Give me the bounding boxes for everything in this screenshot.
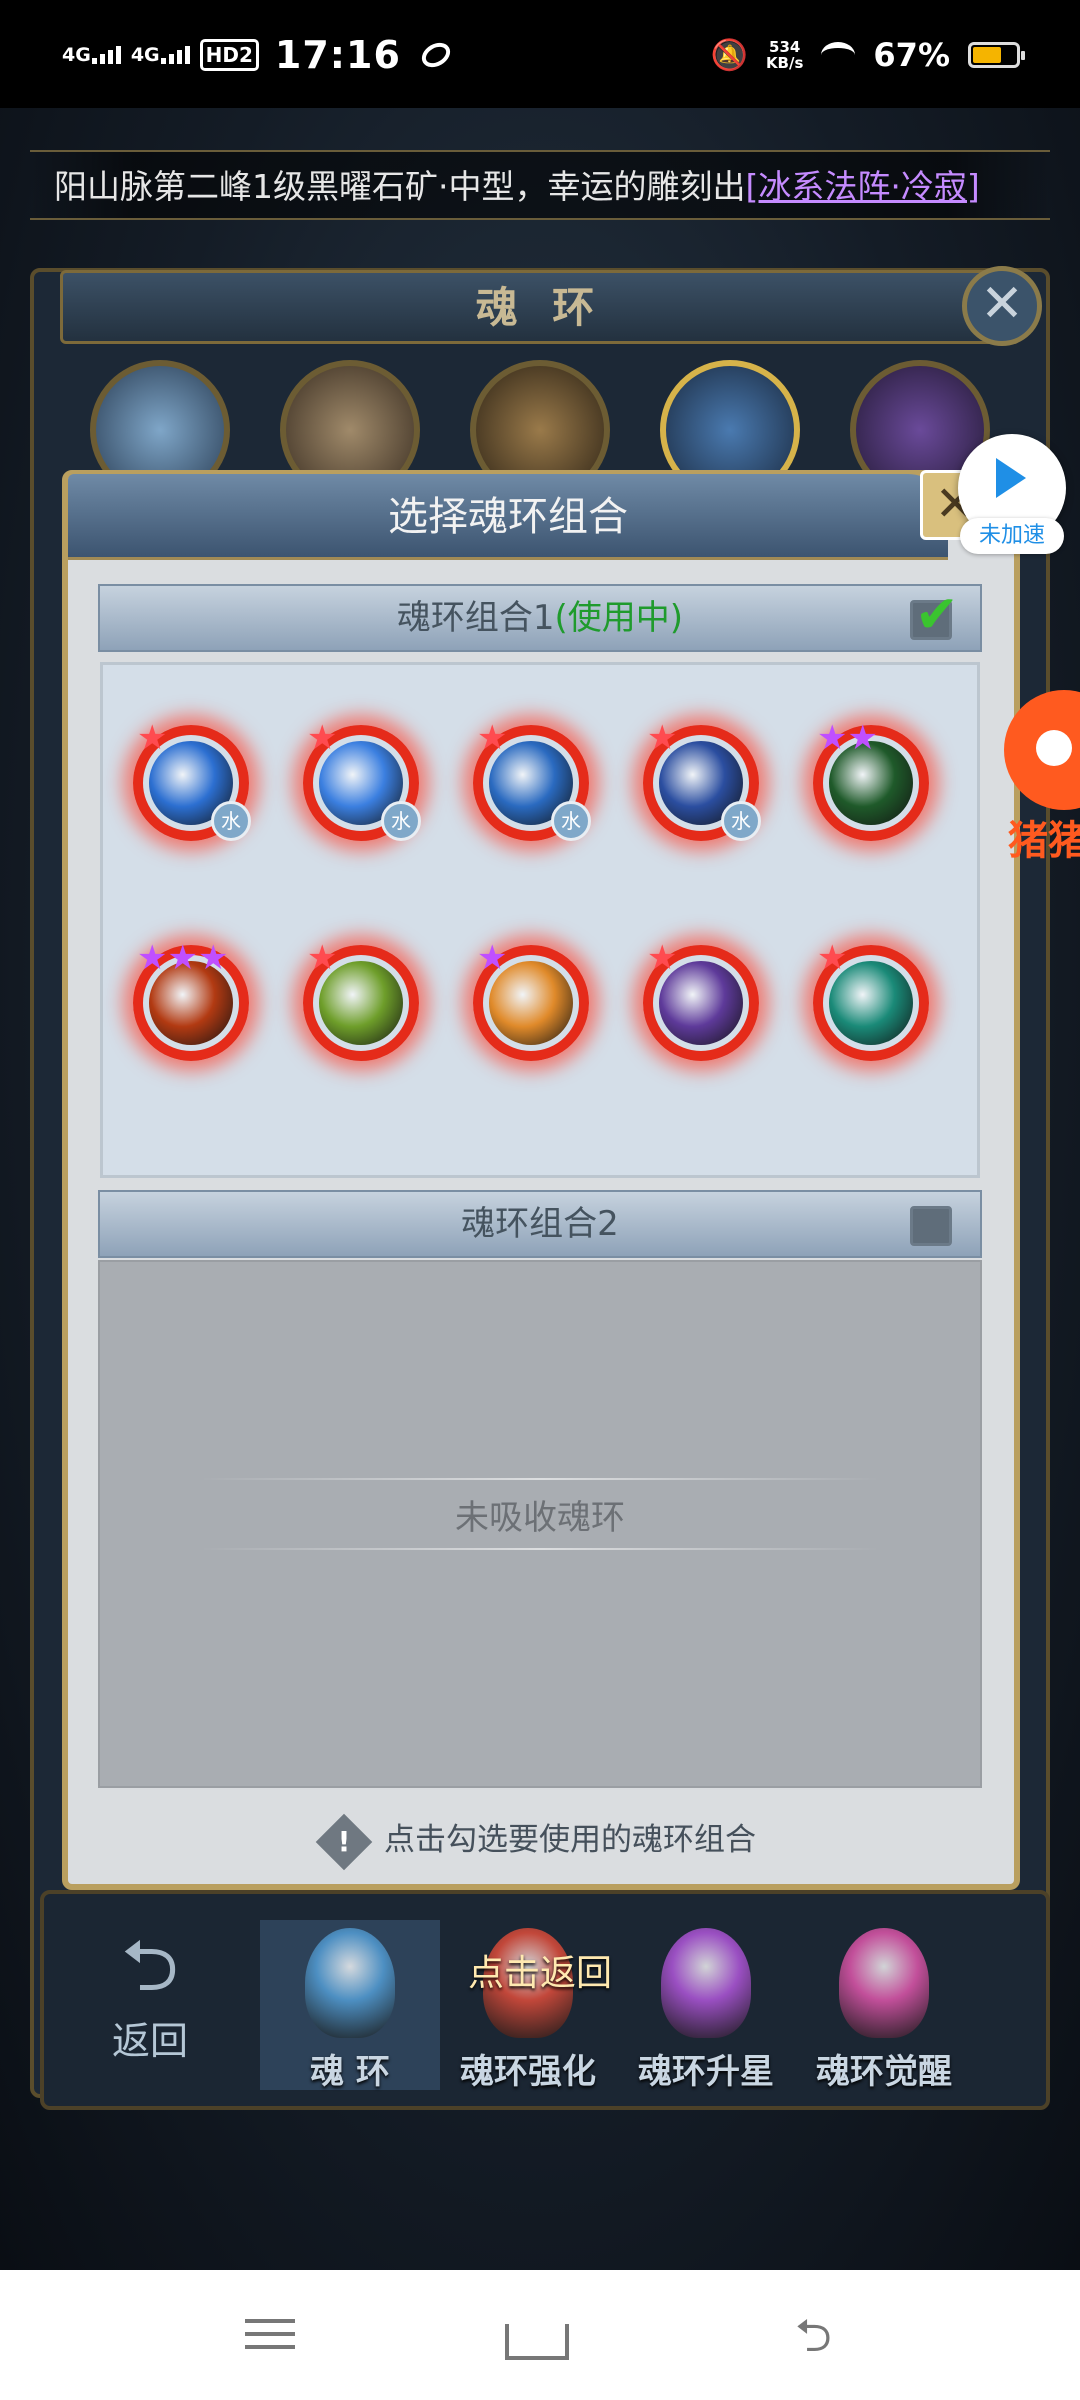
element-badge-icon: 水 [551, 801, 591, 841]
element-badge-icon: 水 [211, 801, 251, 841]
speed-value: 534 [769, 38, 801, 56]
pig-assistant-label: 猪猪 [1008, 818, 1080, 864]
dialog-hint: ! 点击勾选要使用的魂环组合 [98, 1810, 982, 1870]
star-rating-icon: ★ [647, 938, 678, 978]
network-type-1: 4G [62, 44, 91, 66]
divider [200, 1478, 880, 1480]
status-right: 🔕 534 KB/s 67% [710, 30, 1025, 80]
system-nav-bar: ⮌ [0, 2270, 1080, 2400]
combo-2-header[interactable]: 魂环组合2 [98, 1190, 982, 1258]
soul-ring-6[interactable]: ★★★ [133, 941, 249, 1061]
element-badge-icon: 水 [381, 801, 421, 841]
dialog-title: 选择魂环组合 [68, 474, 948, 560]
system-broadcast: 阳山脉第二峰1级黑曜石矿·中型，幸运的雕刻出[冰系法阵·冷寂] [30, 150, 1050, 220]
hunhuan-panel-title: 魂 环 [60, 270, 1020, 344]
battery-icon [968, 42, 1025, 68]
star-rating-icon: ★ [477, 718, 508, 758]
empty-state-text: 未吸收魂环 [455, 1498, 625, 1538]
element-badge-icon: 水 [721, 801, 761, 841]
wifi-icon [821, 42, 856, 68]
divider [200, 1548, 880, 1550]
broadcast-text: 阳山脉第二峰1级黑曜石矿·中型，幸运的雕刻出 [54, 167, 746, 206]
soul-ring-4[interactable]: ★ 水 [643, 721, 761, 841]
home-icon[interactable] [505, 2310, 569, 2360]
status-left: 4G 4G HD2 17:16 [62, 30, 455, 80]
soul-ring-3[interactable]: ★ 水 [473, 721, 591, 841]
combo-1-header[interactable]: 魂环组合1(使用中) ✔ [98, 584, 982, 652]
soul-ring-9[interactable]: ★ [643, 941, 759, 1061]
mute-bell-icon: 🔕 [710, 37, 748, 73]
status-bar: 4G 4G HD2 17:16 🔕 534 KB/s 67% [0, 0, 1080, 108]
warning-icon: ! [315, 1813, 373, 1870]
accelerator-status: 未加速 [960, 518, 1064, 554]
soul-ring-8[interactable]: ★ [473, 941, 589, 1061]
tab-label: 魂环强化 [460, 2052, 596, 2092]
soul-ring-5[interactable]: ★★ [813, 721, 929, 841]
network-speed: 534 KB/s [766, 39, 803, 71]
star-rating-icon: ★ [307, 938, 338, 978]
back-button[interactable]: ⮌ 返回 [60, 1920, 240, 2090]
star-rating-icon: ★ [477, 938, 508, 978]
panel-close-button[interactable]: ✕ [962, 266, 1042, 346]
signal-2-icon: 4G [130, 44, 190, 66]
soul-ring-2[interactable]: ★ 水 [303, 721, 421, 841]
play-icon [996, 458, 1026, 498]
signal-1-icon: 4G [62, 44, 121, 66]
menu-icon[interactable] [245, 2310, 305, 2360]
tab-label: 魂 环 [310, 2052, 390, 2092]
combo-1-label: 魂环组合1 [396, 598, 555, 638]
hint-text: 点击勾选要使用的魂环组合 [384, 1822, 756, 1858]
soul-ring-1[interactable]: ★ 水 [133, 721, 251, 841]
sync-icon [417, 37, 455, 73]
checkmark-icon: ✔ [915, 585, 959, 645]
back-nav-icon[interactable]: ⮌ [795, 2310, 855, 2360]
combo-1-status: (使用中) [554, 598, 684, 638]
combo-2-checkbox[interactable] [910, 1206, 952, 1246]
network-type-2: 4G [130, 44, 160, 66]
clock: 17:16 [274, 33, 401, 77]
battery-percent: 67% [873, 36, 950, 74]
crystal-icon [839, 1928, 929, 2038]
speed-unit: KB/s [765, 54, 804, 72]
soul-ring-7[interactable]: ★ [303, 941, 419, 1061]
combo-1-checkbox[interactable]: ✔ [910, 589, 959, 641]
tap-to-return-hint[interactable]: 点击返回 [400, 1946, 680, 2002]
star-rating-icon: ★ [137, 718, 168, 758]
tab-label: 魂环升星 [638, 2052, 774, 2092]
tab-label: 魂环觉醒 [816, 2052, 952, 2092]
combo-2-label: 魂环组合2 [461, 1204, 619, 1244]
hd-voice-badge: HD2 [199, 39, 259, 71]
tab-4[interactable]: 魂环觉醒 [794, 1920, 974, 2092]
star-rating-icon: ★★ [817, 718, 878, 758]
star-rating-icon: ★ [647, 718, 678, 758]
battery-fill [973, 47, 1002, 63]
star-rating-icon: ★ [817, 938, 848, 978]
back-label: 返回 [111, 2019, 188, 2063]
combo-1-rings: ★ 水 ★ 水 ★ 水 ★ 水 ★★ ★★★ ★ ★ ★ ★ [100, 662, 980, 1178]
crystal-icon [305, 1928, 395, 2038]
star-rating-icon: ★ [307, 718, 338, 758]
soul-ring-10[interactable]: ★ [813, 941, 929, 1061]
back-arrow-icon: ⮌ [121, 1923, 179, 2007]
broadcast-item-link[interactable]: [冰系法阵·冷寂] [746, 167, 980, 206]
star-rating-icon: ★★★ [137, 938, 229, 978]
